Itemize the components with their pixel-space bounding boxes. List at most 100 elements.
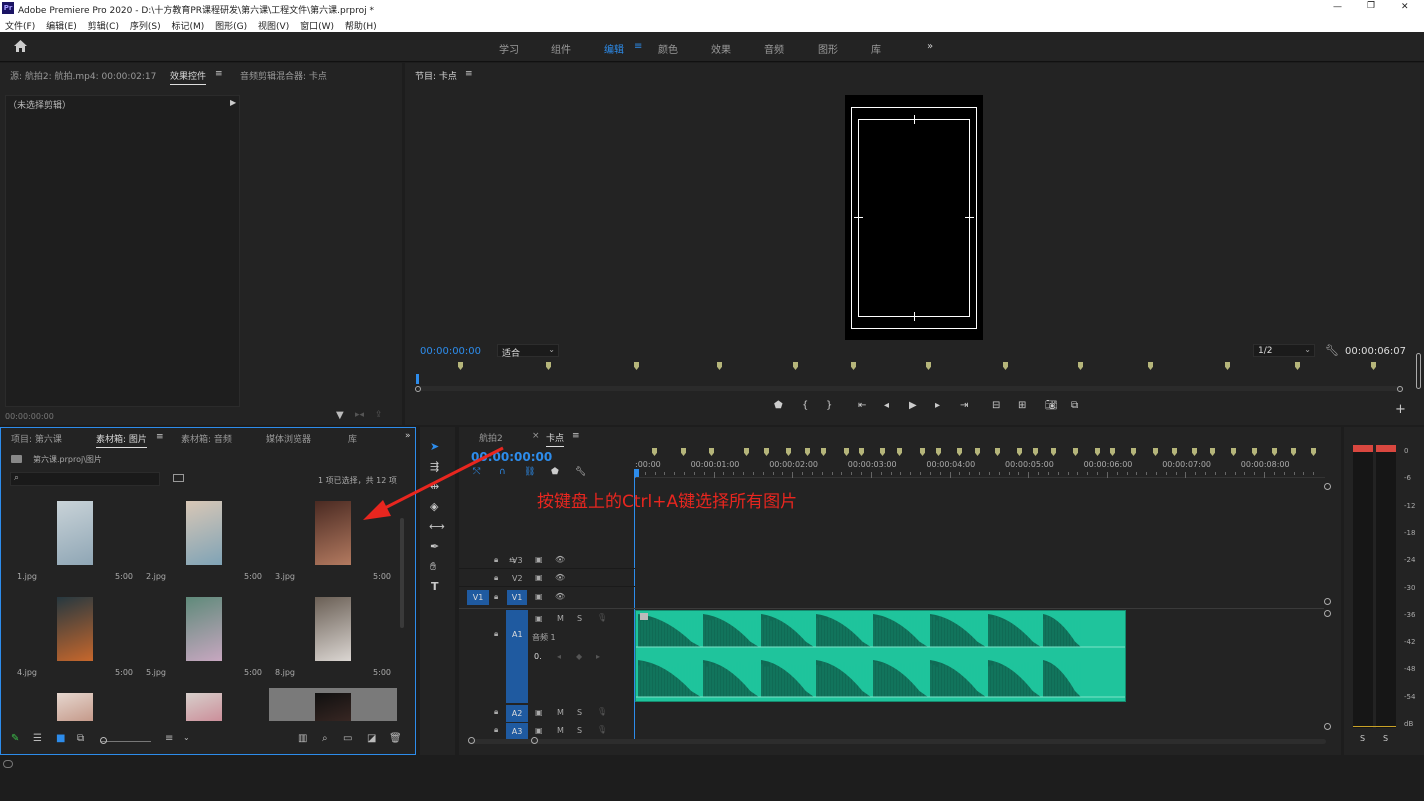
tab-source[interactable]: 源: 航拍2: 航拍.mp4: 00:00:02:17: [10, 69, 156, 82]
timeline-marker[interactable]: [859, 448, 864, 456]
menu-marker[interactable]: 标记(M): [171, 22, 204, 32]
export-frame-icon[interactable]: 📷︎: [1045, 400, 1058, 411]
home-icon[interactable]: [14, 40, 27, 52]
program-volume-slider[interactable]: [1416, 353, 1421, 389]
solo-toggle[interactable]: S: [577, 708, 582, 717]
timeline-marker[interactable]: [880, 448, 885, 456]
sync-lock-icon[interactable]: ▣: [535, 726, 543, 735]
audio-clip-a1[interactable]: [635, 610, 1126, 702]
tab-media-browser[interactable]: 媒体浏览器: [266, 432, 311, 445]
timeline-horizontal-scrollbar[interactable]: [471, 739, 1326, 744]
new-bin-icon[interactable]: ▭: [343, 733, 352, 744]
timeline-marker[interactable]: [1291, 448, 1296, 456]
track-target-a1[interactable]: [506, 610, 528, 703]
menu-clip[interactable]: 剪辑(C): [88, 22, 119, 32]
track-target-a2[interactable]: A2: [506, 705, 528, 722]
timeline-marker[interactable]: [821, 448, 826, 456]
timeline-marker[interactable]: [805, 448, 810, 456]
comparison-view-icon[interactable]: ⧉: [1071, 400, 1078, 411]
microphone-icon[interactable]: 🎙︎: [597, 613, 607, 622]
timeline-menu-icon[interactable]: ≡: [572, 431, 580, 441]
filter-icon[interactable]: ▼: [336, 410, 344, 421]
pen-tool-icon[interactable]: ✒: [430, 540, 439, 553]
workspace-audio[interactable]: 音频: [764, 41, 784, 56]
bin-item[interactable]: 4.jpg 5:00: [11, 592, 139, 682]
timeline-marker[interactable]: [1033, 448, 1038, 456]
bin-item[interactable]: 8.jpg 5:00: [269, 592, 397, 682]
program-marker[interactable]: [634, 362, 639, 370]
mute-toggle[interactable]: M: [557, 726, 564, 735]
timeline-marker[interactable]: [957, 448, 962, 456]
menu-sequence[interactable]: 序列(S): [130, 22, 161, 32]
previous-keyframe-icon[interactable]: ◂: [557, 652, 561, 661]
timeline-ruler[interactable]: :00:00 00:00:01:00 00:00:02:00 00:00:03:00 0…: [635, 458, 1325, 478]
menu-file[interactable]: 文件(F): [5, 22, 35, 32]
workspace-editing-menu-icon[interactable]: ≡: [634, 41, 642, 52]
eye-icon[interactable]: 👁︎: [555, 592, 565, 601]
timeline-marker[interactable]: [995, 448, 1000, 456]
timeline-marker[interactable]: [1051, 448, 1056, 456]
maximize-button[interactable]: ❐: [1367, 1, 1375, 11]
tab-bin-images[interactable]: 素材箱: 图片: [96, 432, 147, 448]
program-marker[interactable]: [458, 362, 463, 370]
timeline-marker[interactable]: [652, 448, 657, 456]
audio-volume-knob[interactable]: 0.: [534, 652, 542, 661]
microphone-icon[interactable]: 🎙︎: [597, 707, 607, 716]
timeline-marker[interactable]: [1153, 448, 1158, 456]
program-marker[interactable]: [1295, 362, 1300, 370]
timeline-marker[interactable]: [1210, 448, 1215, 456]
workspace-assembly[interactable]: 组件: [551, 41, 571, 56]
mark-in-icon[interactable]: {: [802, 400, 808, 411]
timeline-marker[interactable]: [1131, 448, 1136, 456]
lock-icon[interactable]: 🔒︎: [494, 629, 498, 639]
menu-view[interactable]: 视图(V): [258, 22, 289, 32]
find-icon[interactable]: ⌕: [322, 733, 328, 744]
search-input[interactable]: ⌕: [10, 472, 160, 486]
minimize-button[interactable]: —: [1333, 2, 1342, 12]
extract-icon[interactable]: ⊞: [1018, 400, 1026, 411]
bin-item-selected[interactable]: [269, 688, 397, 721]
resolution-dropdown[interactable]: 1/2 ⌄: [1253, 344, 1315, 357]
mute-toggle[interactable]: M: [557, 708, 564, 717]
program-marker[interactable]: [851, 362, 856, 370]
program-marker[interactable]: [1225, 362, 1230, 370]
chevron-down-icon[interactable]: ⌄: [183, 733, 190, 742]
sort-icon[interactable]: ≡: [165, 733, 173, 744]
mute-toggle[interactable]: M: [557, 614, 564, 623]
timeline-marker[interactable]: [681, 448, 686, 456]
bin-menu-icon[interactable]: ≡: [156, 432, 164, 442]
close-button[interactable]: ✕: [1401, 2, 1409, 12]
mark-out-icon[interactable]: }: [826, 400, 832, 411]
automate-to-sequence-icon[interactable]: ▥: [298, 733, 307, 744]
track-target-a3[interactable]: A3: [506, 723, 528, 740]
timeline-marker[interactable]: [975, 448, 980, 456]
tab-effect-controls[interactable]: 效果控件: [170, 69, 206, 85]
program-timecode[interactable]: 00:00:00:00: [420, 346, 481, 357]
timeline-marker[interactable]: [764, 448, 769, 456]
program-playhead[interactable]: [416, 374, 419, 384]
sync-lock-icon[interactable]: ▣: [535, 555, 543, 564]
workspace-graphics[interactable]: 图形: [818, 41, 838, 56]
timeline-marker[interactable]: [844, 448, 849, 456]
program-marker[interactable]: [717, 362, 722, 370]
program-marker[interactable]: [1003, 362, 1008, 370]
microphone-icon[interactable]: 🎙︎: [597, 725, 607, 734]
solo-toggle[interactable]: S: [577, 726, 582, 735]
bin-item[interactable]: [140, 688, 268, 721]
timeline-marker[interactable]: [1095, 448, 1100, 456]
new-item-icon[interactable]: ◪: [367, 733, 376, 744]
lock-icon[interactable]: 🔒︎: [494, 592, 498, 602]
workspace-more-icon[interactable]: »: [927, 41, 933, 52]
program-scrub-bar[interactable]: [418, 386, 1403, 391]
timeline-marker[interactable]: [897, 448, 902, 456]
lock-icon[interactable]: 🔒︎: [494, 707, 498, 717]
sync-lock-icon[interactable]: ▣: [535, 614, 543, 623]
timeline-marker[interactable]: [1231, 448, 1236, 456]
timeline-marker[interactable]: [1311, 448, 1316, 456]
solo-right-button[interactable]: S: [1383, 734, 1388, 743]
video-tracks-scroll-handle[interactable]: [1324, 483, 1331, 490]
step-back-icon[interactable]: ◂: [884, 400, 889, 411]
source-patch-v1[interactable]: V1: [467, 590, 489, 605]
program-marker[interactable]: [1078, 362, 1083, 370]
menu-help[interactable]: 帮助(H): [345, 22, 377, 32]
